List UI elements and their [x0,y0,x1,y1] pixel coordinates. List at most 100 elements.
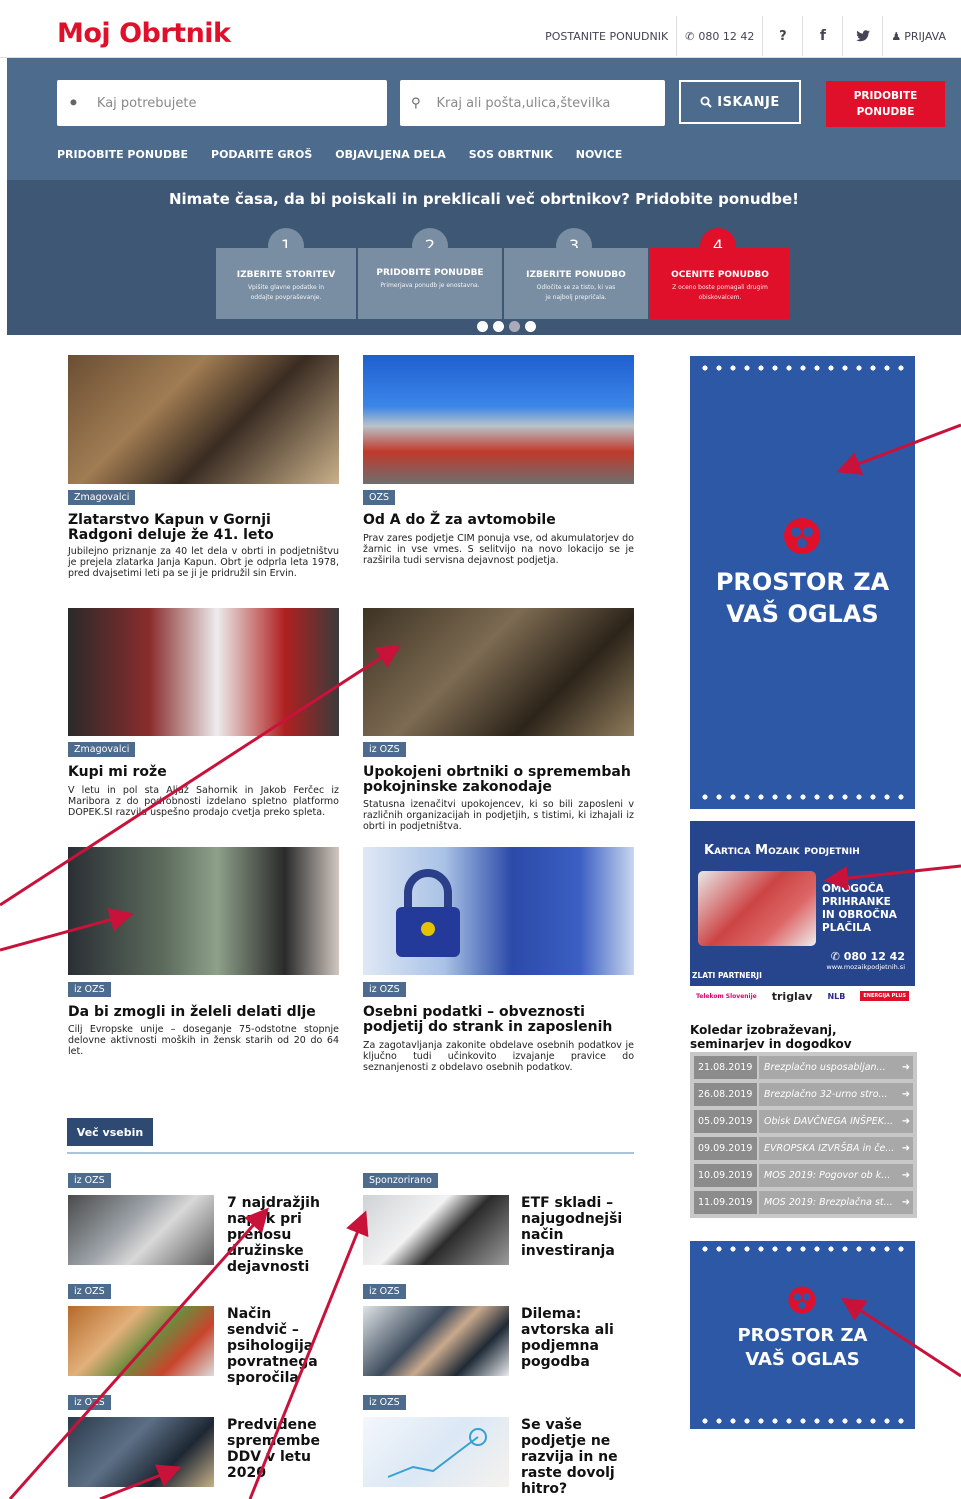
article-image-craftsman[interactable] [363,608,634,736]
event-row[interactable]: 21.08.2019 Brezplačno usposabljan... ➜ [694,1056,913,1079]
event-row[interactable]: 05.09.2019 Obisk DAVČNEGA INŠPEK... ➜ [694,1110,913,1133]
event-title: MOS 2019: Pogovor ob k... [759,1164,899,1187]
article-image-meeting[interactable] [68,1195,214,1265]
what-search-field[interactable]: ⚫ Kaj potrebujete [57,80,387,126]
article-excerpt: Jubilejno priznanje za 40 let dela v obr… [68,546,339,579]
arrow-right-icon: ➜ [899,1191,913,1214]
event-title: MOS 2019: Brezplačna st... [759,1191,899,1214]
slider-dot-4[interactable] [525,321,536,332]
events-list: 21.08.2019 Brezplačno usposabljan... ➜ 26.… [690,1052,917,1218]
step-4-title: OCENITE PONUDBO [671,270,769,280]
article-image-founders[interactable] [68,608,339,736]
help-link[interactable]: ? [762,16,802,56]
article-tag[interactable]: iz OZS [68,1395,111,1410]
event-row[interactable]: 10.09.2019 MOS 2019: Pogovor ob k... ➜ [694,1164,913,1187]
article-excerpt: Statusna izenačitvi upokojencev, ki so b… [363,799,634,832]
step-3-title: IZBERITE PONUDBO [526,270,626,280]
article-title[interactable]: Da bi zmogli in želeli delati dlje [68,1005,339,1020]
article-title[interactable]: Od A do Ž za avtomobile [363,513,634,528]
ad-dots-bottom [698,1418,908,1424]
twitter-icon[interactable] [842,16,882,56]
phone-link[interactable]: ✆ 080 12 42 [676,16,762,56]
get-offers-button[interactable]: PRIDOBITE PONUDBE [826,81,945,127]
article-tag[interactable]: iz OZS [363,982,406,997]
article-title[interactable]: Način sendvič – psihologija povratnega s… [227,1306,332,1386]
article-image-calculator[interactable] [363,1195,509,1265]
event-date: 05.09.2019 [694,1110,757,1133]
article-tag[interactable]: Sponzorirano [363,1173,438,1188]
article-title[interactable]: ETF skladi – najugodnejši način investir… [521,1195,631,1259]
article-image-business[interactable] [68,847,339,975]
nav-published-works[interactable]: OBJAVLJENA DELA [335,148,445,161]
article-image-sandwich[interactable] [68,1306,214,1376]
article-excerpt: Cilj Evropske unije – doseganje 75-odsto… [68,1024,339,1057]
phone-number: 080 12 42 [698,29,755,43]
event-date: 09.09.2019 [694,1137,757,1160]
event-row[interactable]: 09.09.2019 EVROPSKA IZVRŠBA in če... ➜ [694,1137,913,1160]
search-button[interactable]: ISKANJE [679,80,801,124]
ad-space-bottom[interactable]: PROSTOR ZA VAŠ OGLAS [690,1241,915,1429]
padlock-icon [396,869,460,957]
article-tag[interactable]: iz OZS [363,742,406,757]
arrow-right-icon: ➜ [899,1164,913,1187]
partner-triglav[interactable]: triglav [772,990,813,1003]
article-tag[interactable]: iz OZS [68,1173,111,1188]
partner-nlb[interactable]: NLB [827,992,845,1001]
step-1: IZBERITE STORITEV Vpišite glavne podatke… [216,248,356,319]
login-link[interactable]: ♟ PRIJAVA [882,16,961,56]
article-tag[interactable]: OZS [363,490,396,505]
article-title[interactable]: Kupi mi rože [68,765,339,780]
event-date: 21.08.2019 [694,1056,757,1079]
become-provider-link[interactable]: POSTANITE PONUDNIK [537,16,676,56]
article-tag[interactable]: Zmagovalci [68,490,136,505]
benefit-line: OMOGOČA [822,883,884,895]
nav-donate[interactable]: PODARITE GROŠ [211,148,312,161]
slider-dot-1[interactable] [477,321,488,332]
article-title[interactable]: Dilema: avtorska ali podjemna pogodba [521,1306,631,1370]
benefit-line: PLAČILA [822,922,871,934]
partner-telekom[interactable]: Telekom Slovenije [696,993,757,1000]
nav-get-offers[interactable]: PRIDOBITE PONUDBE [57,148,188,161]
article-title[interactable]: Predvidene spremembe DDV v letu 2020 [227,1417,337,1481]
article-image-building[interactable] [363,355,634,484]
more-content-button[interactable]: Več vsebin [67,1118,153,1146]
article-tag[interactable]: iz OZS [68,982,111,997]
top-bar: Moj Obrtnik POSTANITE PONUDNIK ✆ 080 12 … [0,0,961,58]
site-logo[interactable]: Moj Obrtnik [57,18,231,49]
article-title[interactable]: Osebni podatki – obveznosti podjetij do … [363,1005,634,1035]
growth-chart-icon [387,1428,487,1478]
article-excerpt: Za zagotavljanja zakonite obdelave osebn… [363,1040,634,1073]
user-icon: ♟ [891,29,902,43]
slider-dot-3[interactable] [509,321,520,332]
article-image-tax-calculator[interactable] [68,1417,214,1487]
event-row[interactable]: 26.08.2019 Brezplačno 32-urno stro... ➜ [694,1083,913,1106]
article-tag[interactable]: iz OZS [363,1395,406,1410]
partner-energija[interactable]: ENERGIJA PLUS [860,991,909,1001]
ad-dots-top [698,365,908,371]
card-benefits: OMOGOČA PRIHRANKE IN OBROČNA PLAČILA [822,883,897,935]
event-row[interactable]: 11.09.2019 MOS 2019: Brezplačna st... ➜ [694,1191,913,1214]
nav-sos[interactable]: SOS OBRTNIK [469,148,553,161]
article-title[interactable]: 7 najdražjih napak pri prenosu družinske… [227,1195,332,1275]
mozaik-card-ad[interactable]: Kartica Mozaik podjetnih OMOGOČA PRIHRAN… [690,821,915,986]
article-title[interactable]: Zlatarstvo Kapun v Gornji Radgoni deluje… [68,513,308,543]
logo-icon [788,1286,816,1314]
article-image-jeweler[interactable] [68,355,339,484]
section-divider [67,1152,634,1154]
article-tag[interactable]: iz OZS [68,1284,111,1299]
card-phone-number: 080 12 42 [843,950,905,963]
where-search-field[interactable]: ⚲ Kraj ali pošta,ulica,številka [400,80,665,126]
article-tag[interactable]: iz OZS [363,1284,406,1299]
article-title[interactable]: Upokojeni obrtniki o spremembah pokojnin… [363,765,634,795]
search-icon [700,96,712,108]
article-image-growth[interactable] [363,1417,509,1487]
step-2: PRIDOBITE PONUDBE Primerjava ponudb je e… [358,248,502,319]
article-tag[interactable]: Zmagovalci [68,742,136,757]
nav-news[interactable]: NOVICE [576,148,622,161]
facebook-icon[interactable]: f [802,16,842,56]
article-title[interactable]: Se vaše podjetje ne razvija in ne raste … [521,1417,631,1497]
ad-space-top[interactable]: PROSTOR ZA VAŠ OGLAS [690,356,915,809]
slider-dot-2[interactable] [493,321,504,332]
article-image-handshake[interactable] [363,1306,509,1376]
article-image-gdpr[interactable] [363,847,634,975]
